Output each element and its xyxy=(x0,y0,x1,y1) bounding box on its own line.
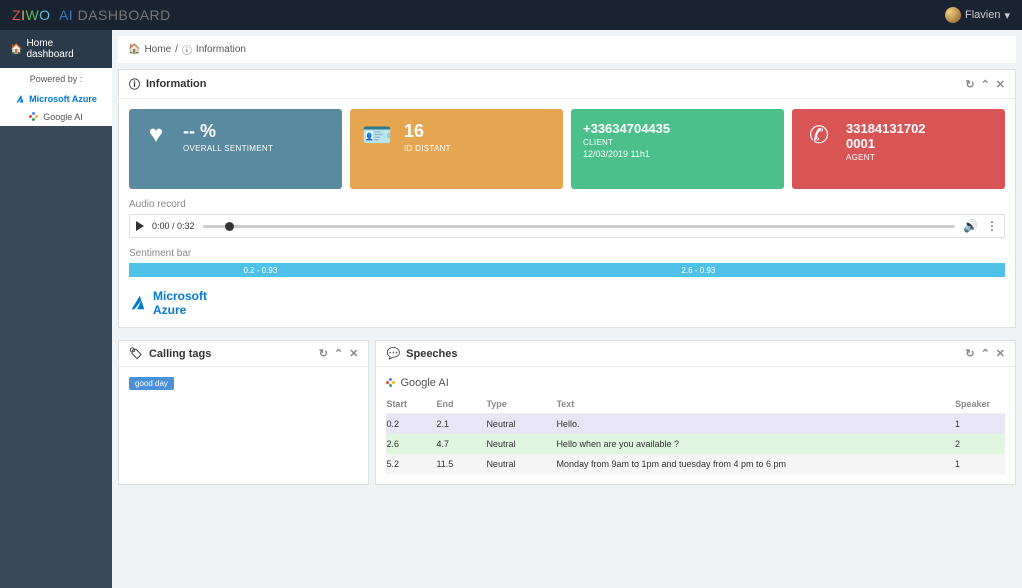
card-sentiment: ♥ -- % OVERALL SENTIMENT xyxy=(129,109,342,189)
azure-badge: MicrosoftAzure xyxy=(129,289,1005,317)
audio-menu-icon[interactable]: ⋮ xyxy=(986,219,998,233)
azure-icon xyxy=(129,294,147,312)
id-card-icon: 🪪 xyxy=(362,121,392,150)
sidebar-azure-badge: Microsoft Azure xyxy=(0,90,112,108)
panel-speeches: 💬 Speeches ↻ ⌃ ✕ Google AI Sta xyxy=(375,340,1016,485)
sentiment-value: -- % xyxy=(183,121,273,142)
user-menu[interactable]: Flavien ▾ xyxy=(945,7,1010,23)
speeches-title: Speeches xyxy=(406,348,457,360)
avatar-icon xyxy=(945,7,961,23)
sentiment-section-label: Sentiment bar xyxy=(129,248,1005,259)
seek-handle[interactable] xyxy=(225,222,234,231)
audio-seek-track[interactable] xyxy=(203,225,956,228)
heart-icon: ♥ xyxy=(141,121,171,149)
google-ai-icon xyxy=(29,112,39,122)
refresh-icon[interactable]: ↻ xyxy=(319,347,328,360)
speech-row[interactable]: 5.2 11.5 Neutral Monday from 9am to 1pm … xyxy=(386,454,1005,474)
brand-logo: ZIWO AI DASHBOARD xyxy=(12,7,171,23)
volume-icon[interactable]: 🔊 xyxy=(963,219,978,233)
main-content: 🏠 Home / ⓘ Information ⓘ Information ↻ ⌃… xyxy=(112,30,1022,588)
audio-time: 0:00 / 0:32 xyxy=(152,221,195,231)
tag-good-day[interactable]: good day xyxy=(129,377,174,390)
sidebar-google-ai-badge: Google AI xyxy=(0,108,112,126)
speeches-table-header: Start End Type Text Speaker xyxy=(386,395,1005,414)
card-agent: ✆ 33184131702 0001 AGENT xyxy=(792,109,1005,189)
speech-row[interactable]: 0.2 2.1 Neutral Hello. 1 xyxy=(386,414,1005,434)
azure-icon xyxy=(15,94,25,104)
speech-row[interactable]: 2.6 4.7 Neutral Hello when are you avail… xyxy=(386,434,1005,454)
chat-icon: 💬 xyxy=(386,347,400,360)
powered-by-label: Powered by : xyxy=(0,68,112,90)
sentiment-bar: 0.2 - 0.93 2.6 - 0.93 xyxy=(129,263,1005,277)
sidebar-home-label: Home dashboard xyxy=(26,38,102,60)
topbar: ZIWO AI DASHBOARD Flavien ▾ xyxy=(0,0,1022,30)
audio-player: 0:00 / 0:32 🔊 ⋮ xyxy=(129,214,1005,238)
user-name: Flavien xyxy=(965,9,1000,21)
sentiment-seg-2: 2.6 - 0.93 xyxy=(392,263,1005,277)
card-distant: 🪪 16 ID DISTANT xyxy=(350,109,563,189)
home-icon: 🏠 xyxy=(128,44,140,55)
panel-info-title: Information xyxy=(146,78,207,90)
info-icon: ⓘ xyxy=(129,76,140,92)
breadcrumb-info: Information xyxy=(196,44,246,55)
google-ai-icon xyxy=(386,378,396,388)
caret-down-icon: ▾ xyxy=(1004,9,1010,22)
distant-value: 16 xyxy=(404,121,451,142)
card-client: +33634704435 CLIENT 12/03/2019 11h1 xyxy=(571,109,784,189)
refresh-icon[interactable]: ↻ xyxy=(965,347,974,360)
info-icon: ⓘ xyxy=(182,42,192,57)
phone-icon: ✆ xyxy=(804,121,834,150)
panel-tools: ↻ ⌃ ✕ xyxy=(965,78,1005,91)
sidebar: 🏠 Home dashboard Powered by : Microsoft … xyxy=(0,30,112,588)
sidebar-item-home[interactable]: 🏠 Home dashboard xyxy=(0,30,112,68)
tag-icon: 🏷 xyxy=(129,347,143,360)
tags-title: Calling tags xyxy=(149,348,211,360)
google-ai-badge: Google AI xyxy=(386,377,1005,389)
collapse-icon[interactable]: ⌃ xyxy=(981,78,990,91)
panel-information: ⓘ Information ↻ ⌃ ✕ ♥ -- % OVERALL SENTI… xyxy=(118,69,1016,328)
agent-phone: 33184131702 xyxy=(846,121,926,136)
breadcrumb: 🏠 Home / ⓘ Information xyxy=(118,36,1016,63)
home-icon: 🏠 xyxy=(10,44,22,55)
sentiment-seg-1: 0.2 - 0.93 xyxy=(129,263,392,277)
collapse-icon[interactable]: ⌃ xyxy=(981,347,990,360)
close-icon[interactable]: ✕ xyxy=(996,78,1005,91)
client-phone: +33634704435 xyxy=(583,121,670,136)
collapse-icon[interactable]: ⌃ xyxy=(334,347,343,360)
play-button[interactable] xyxy=(136,221,144,231)
close-icon[interactable]: ✕ xyxy=(349,347,358,360)
refresh-icon[interactable]: ↻ xyxy=(965,78,974,91)
audio-section-label: Audio record xyxy=(129,199,1005,210)
close-icon[interactable]: ✕ xyxy=(996,347,1005,360)
panel-calling-tags: 🏷 Calling tags ↻ ⌃ ✕ good day xyxy=(118,340,369,485)
breadcrumb-home[interactable]: Home xyxy=(144,44,171,55)
